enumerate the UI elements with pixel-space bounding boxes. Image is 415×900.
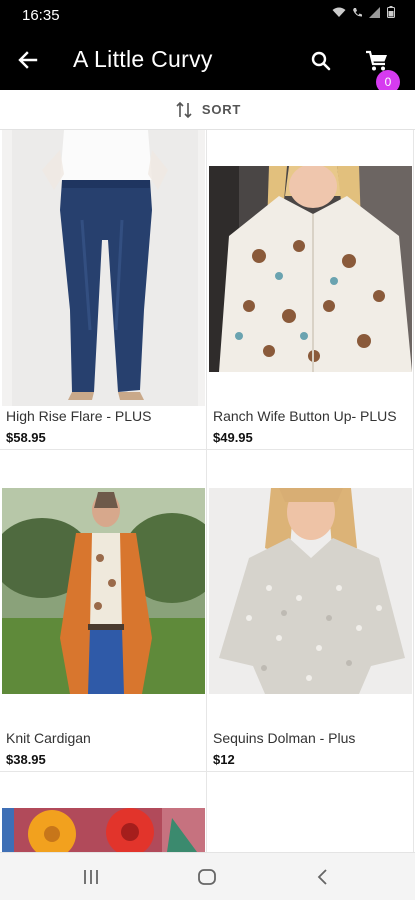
search-button[interactable] (306, 46, 336, 76)
empty-grid-slot (207, 772, 414, 852)
product-name: Knit Cardigan (6, 730, 91, 746)
back-button[interactable] (12, 44, 44, 76)
product-price: $49.95 (213, 430, 253, 445)
product-card[interactable]: Ranch Wife Button Up- PLUS $49.95 (207, 130, 414, 450)
status-icons (332, 6, 395, 21)
product-image-ranch-shirt (209, 166, 412, 372)
product-price: $12 (213, 752, 235, 767)
product-grid: High Rise Flare - PLUS $58.95 Ranch Wife… (0, 130, 415, 852)
search-icon (311, 51, 331, 71)
home-icon (198, 869, 216, 885)
system-nav-bar (0, 852, 415, 900)
product-card[interactable] (0, 772, 207, 852)
product-name: Sequins Dolman - Plus (213, 730, 356, 746)
status-bar: 16:35 (0, 0, 415, 30)
wifi-icon (332, 7, 346, 21)
call-icon (352, 7, 363, 21)
sort-button[interactable]: SORT (0, 90, 415, 130)
product-card[interactable]: Knit Cardigan $38.95 (0, 450, 207, 772)
product-price: $58.95 (6, 430, 46, 445)
product-price: $38.95 (6, 752, 46, 767)
arrow-left-icon (18, 51, 38, 69)
app-bar: A Little Curvy 0 (0, 30, 415, 94)
product-card[interactable]: Sequins Dolman - Plus $12 (207, 450, 414, 772)
product-image-cardigan (2, 488, 205, 694)
sort-icon (176, 101, 192, 118)
nav-back-icon (317, 869, 327, 885)
product-card[interactable]: High Rise Flare - PLUS $58.95 (0, 130, 207, 450)
recents-icon (84, 870, 98, 884)
product-name: High Rise Flare - PLUS (6, 408, 152, 424)
page-title: A Little Curvy (73, 46, 213, 72)
nav-back-button[interactable] (310, 865, 336, 889)
signal-icon (369, 6, 381, 21)
sort-label: SORT (201, 102, 242, 117)
battery-icon (387, 6, 395, 21)
home-button[interactable] (194, 865, 220, 889)
status-time: 16:35 (22, 7, 60, 24)
product-image-flowers (2, 808, 205, 852)
product-image-sequins-dolman (209, 488, 412, 694)
product-image-jeans (2, 130, 205, 406)
product-name: Ranch Wife Button Up- PLUS (213, 408, 397, 424)
recents-button[interactable] (78, 865, 104, 889)
